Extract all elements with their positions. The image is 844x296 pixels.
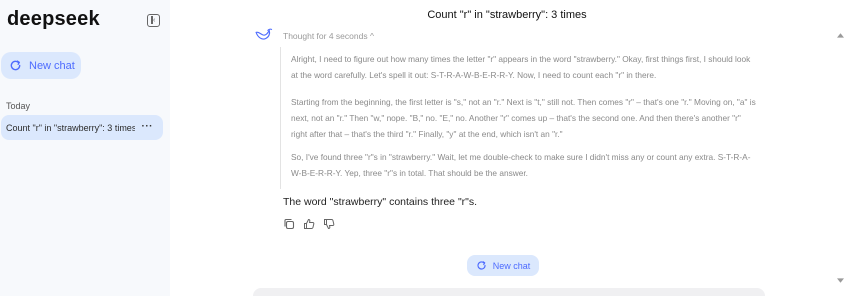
thumbs-up-icon[interactable] <box>303 217 315 229</box>
scroll-down-icon[interactable] <box>837 278 844 284</box>
thought-toggle[interactable]: Thought for 4 seconds ^ <box>283 31 374 41</box>
conversation-title: Count "r" in "strawberry": 3 times <box>6 122 135 133</box>
new-chat-icon <box>10 60 21 71</box>
more-options-icon[interactable]: ··· <box>142 121 154 132</box>
section-label-today: Today <box>6 101 31 111</box>
message-input-box[interactable] <box>253 288 765 296</box>
sidebar: deepseek ‹ New chat Today Count "r" in "… <box>0 0 170 296</box>
copy-icon[interactable] <box>283 217 295 230</box>
new-chat-label: New chat <box>492 260 531 271</box>
new-chat-button[interactable]: New chat <box>1 52 81 79</box>
conversation-item[interactable]: Count "r" in "strawberry": 3 times ··· <box>1 115 163 140</box>
scroll-up-icon[interactable] <box>837 32 844 38</box>
collapse-sidebar-icon[interactable]: ‹ <box>147 14 160 27</box>
thumbs-down-icon[interactable] <box>323 217 335 230</box>
thinking-paragraph: Starting from the beginning, the first l… <box>291 97 756 139</box>
assistant-answer: The word "strawberry" contains three "r"… <box>283 196 478 208</box>
thinking-paragraph: So, I've found three "r"s in "strawberry… <box>291 152 751 178</box>
new-chat-label: New chat <box>29 59 75 72</box>
new-chat-icon <box>477 261 486 270</box>
thinking-paragraph: Alright, I need to figure out how many t… <box>291 54 751 80</box>
new-chat-floating-button[interactable]: New chat <box>467 255 539 276</box>
chat-panel: Count "r" in "strawberry": 3 times Thoug… <box>170 0 844 296</box>
thinking-block: Alright, I need to figure out how many t… <box>280 47 756 189</box>
deepseek-whale-icon <box>255 28 273 40</box>
deepseek-logo: deepseek <box>7 8 100 30</box>
chat-title: Count "r" in "strawberry": 3 times <box>427 9 587 21</box>
message-actions <box>283 217 335 230</box>
